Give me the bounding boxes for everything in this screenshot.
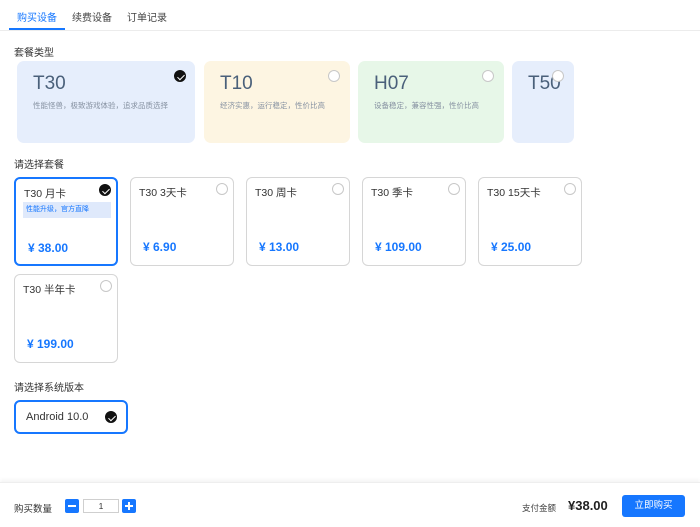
payment-amount-label: 支付金额 [522, 503, 557, 513]
package-card-t10[interactable]: T10 经济实惠，运行稳定，性价比高 [204, 61, 350, 143]
plan-price: ¥ 13.00 [259, 240, 300, 254]
plan-name: T30 季卡 [371, 187, 414, 199]
check-icon [174, 70, 186, 82]
plan-name: T30 3天卡 [139, 187, 187, 199]
plan-card-monthly[interactable]: T30 月卡 性能升级，官方直降 ¥ 38.00 [14, 177, 118, 266]
package-desc: 设备稳定，兼容性强，性价比高 [374, 101, 479, 110]
package-desc: 性能怪兽，极致游戏体验，追求品质选择 [33, 101, 168, 110]
plan-name: T30 周卡 [255, 187, 298, 199]
radio-icon [216, 183, 228, 195]
plan-promo-tag: 性能升级，官方直降 [23, 202, 111, 218]
increase-quantity-button[interactable] [122, 499, 136, 513]
plan-price: ¥ 38.00 [28, 241, 69, 255]
check-icon [105, 411, 117, 423]
plan-card-3day[interactable]: T30 3天卡 ¥ 6.90 [130, 177, 234, 266]
plan-price: ¥ 109.00 [375, 240, 422, 254]
system-option-android[interactable]: Android 10.0 [14, 400, 128, 434]
radio-icon [328, 70, 340, 82]
plan-card-quarterly[interactable]: T30 季卡 ¥ 109.00 [362, 177, 466, 266]
active-tab-indicator [9, 28, 65, 30]
package-card-t30[interactable]: T30 性能怪兽，极致游戏体验，追求品质选择 [17, 61, 195, 143]
tab-order-records[interactable]: 订单记录 [127, 9, 167, 24]
quantity-label: 购买数量 [14, 504, 53, 515]
plan-name: T30 半年卡 [23, 284, 76, 296]
system-version-label: Android 10.0 [26, 411, 89, 423]
choose-plan-title: 请选择套餐 [14, 160, 64, 171]
package-card-h07[interactable]: H07 设备稳定，兼容性强，性价比高 [358, 61, 504, 143]
plan-price: ¥ 25.00 [491, 240, 532, 254]
radio-icon [332, 183, 344, 195]
package-desc: 经济实惠，运行稳定，性价比高 [220, 101, 325, 110]
plan-card-15day[interactable]: T30 15天卡 ¥ 25.00 [478, 177, 582, 266]
plan-name: T30 15天卡 [487, 187, 541, 199]
plan-name: T30 月卡 [24, 188, 67, 200]
tab-renew-device[interactable]: 续费设备 [72, 9, 112, 24]
plan-price: ¥ 6.90 [143, 240, 177, 254]
buy-now-button[interactable]: 立即购买 [622, 495, 685, 517]
package-name: T10 [220, 73, 253, 94]
payment-amount: ¥38.00 [568, 498, 608, 513]
package-card-t50[interactable]: T50 [512, 61, 574, 143]
tab-bar: 购买设备 续费设备 订单记录 [0, 0, 700, 31]
radio-icon [564, 183, 576, 195]
radio-icon [482, 70, 494, 82]
tab-buy-device[interactable]: 购买设备 [17, 9, 57, 24]
check-icon [99, 184, 111, 196]
radio-icon [448, 183, 460, 195]
choose-system-title: 请选择系统版本 [14, 383, 84, 394]
radio-icon [100, 280, 112, 292]
plan-price: ¥ 199.00 [27, 337, 74, 351]
plan-card-halfyear[interactable]: T30 半年卡 ¥ 199.00 [14, 274, 118, 363]
radio-icon [552, 70, 564, 82]
package-type-title: 套餐类型 [14, 48, 54, 59]
quantity-input[interactable] [83, 499, 119, 513]
package-name: T30 [33, 73, 66, 94]
plan-card-weekly[interactable]: T30 周卡 ¥ 13.00 [246, 177, 350, 266]
decrease-quantity-button[interactable] [65, 499, 79, 513]
checkout-bar: 购买数量 支付金额 ¥38.00 立即购买 [0, 482, 700, 527]
package-name: H07 [374, 73, 409, 94]
